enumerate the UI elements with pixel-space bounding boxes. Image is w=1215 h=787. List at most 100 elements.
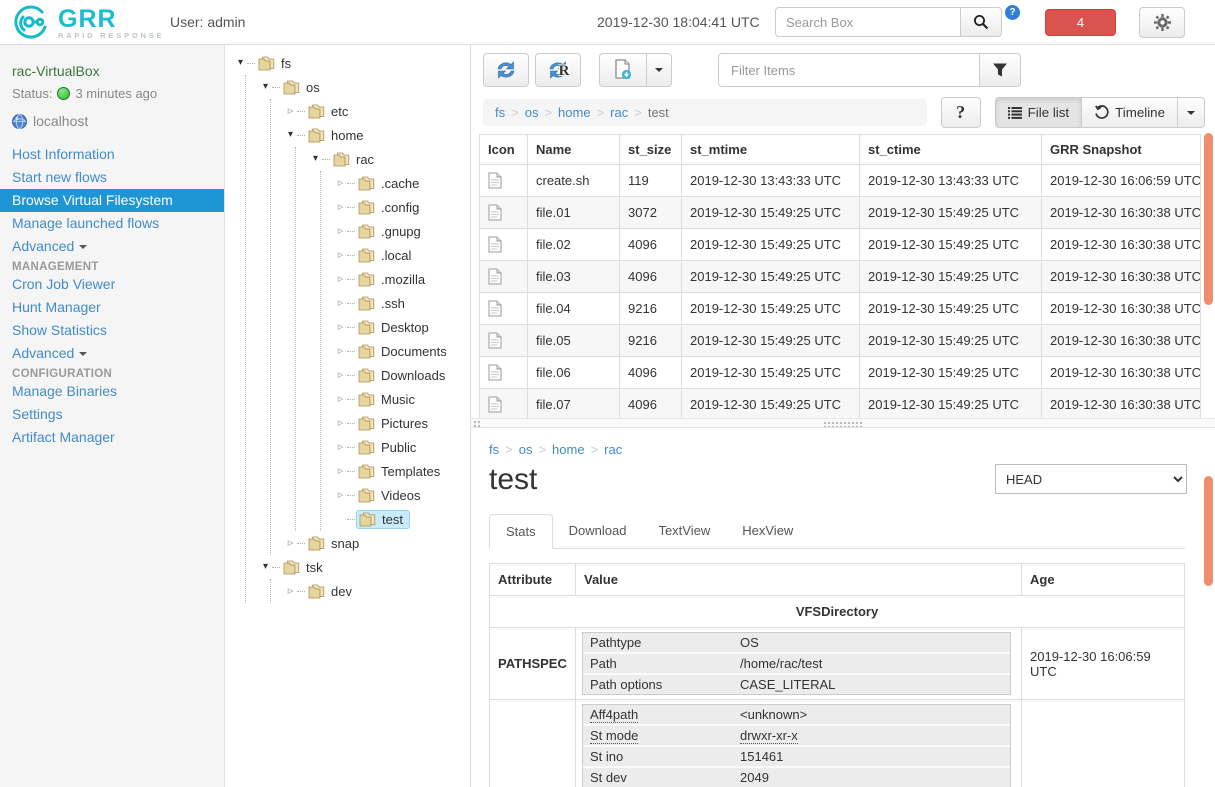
notifications-button[interactable]: 4: [1045, 9, 1116, 36]
download-directory-button[interactable]: [599, 53, 647, 87]
view-options-caret-button[interactable]: [1177, 97, 1205, 128]
panel-resize-handle[interactable]: [471, 418, 1215, 428]
tree-collapsed-icon[interactable]: ▹: [334, 298, 347, 308]
tree-collapsed-icon[interactable]: ▹: [284, 538, 297, 548]
grr-logo[interactable]: GRR RAPID RESPONSE: [12, 4, 164, 42]
download-options-caret-button[interactable]: [646, 53, 672, 87]
breadcrumb-link-fs[interactable]: fs: [495, 105, 505, 120]
detail-scrollbar[interactable]: [1204, 476, 1213, 586]
tree-node-Pictures[interactable]: ▹Pictures: [334, 411, 470, 435]
search-button[interactable]: [960, 7, 1002, 37]
file-row-file.05[interactable]: file.0592162019-12-30 15:49:25 UTC2019-1…: [480, 325, 1201, 357]
file-row-file.07[interactable]: file.0740962019-12-30 15:49:25 UTC2019-1…: [480, 389, 1201, 419]
tree-node-Documents[interactable]: ▹Documents: [334, 339, 470, 363]
tree-collapsed-icon[interactable]: ▹: [334, 274, 347, 284]
pathspec-row: PATHSPEC PathtypeOSPath/home/rac/testPat…: [490, 628, 1185, 700]
tree-collapsed-icon[interactable]: ▹: [334, 370, 347, 380]
file-list-view-button[interactable]: File list: [995, 97, 1082, 128]
tree-connector: [347, 519, 355, 520]
tree-node-etc[interactable]: ▹etc: [284, 99, 470, 123]
tab-stats[interactable]: Stats: [489, 514, 553, 549]
breadcrumb-link-os[interactable]: os: [525, 105, 539, 120]
tree-node-dot-local[interactable]: ▹.local: [334, 243, 470, 267]
tree-node-home[interactable]: ▾home: [284, 123, 470, 147]
tree-collapsed-icon[interactable]: ▹: [334, 418, 347, 428]
sidebar-item-browse-virtual-filesystem[interactable]: Browse Virtual Filesystem: [0, 189, 224, 212]
breadcrumb-link-home[interactable]: home: [558, 105, 591, 120]
file-row-file.06[interactable]: file.0640962019-12-30 15:49:25 UTC2019-1…: [480, 357, 1201, 389]
tree-node-Desktop[interactable]: ▹Desktop: [334, 315, 470, 339]
breadcrumb-link-os[interactable]: os: [519, 442, 533, 457]
sidebar-item-cron-job-viewer[interactable]: Cron Job Viewer: [0, 273, 224, 296]
tree-node-Music[interactable]: ▹Music: [334, 387, 470, 411]
file-row-file.02[interactable]: file.0240962019-12-30 15:49:25 UTC2019-1…: [480, 229, 1201, 261]
tree-collapsed-icon[interactable]: ▹: [334, 442, 347, 452]
tree-node-dot-cache[interactable]: ▹.cache: [334, 171, 470, 195]
tree-expanded-icon[interactable]: ▾: [234, 58, 247, 68]
sidebar-item-start-new-flows[interactable]: Start new flows: [0, 166, 224, 189]
tree-collapsed-icon[interactable]: ▹: [334, 394, 347, 404]
tree-node-Videos[interactable]: ▹Videos: [334, 483, 470, 507]
tree-collapsed-icon[interactable]: ▹: [334, 178, 347, 188]
tree-collapsed-icon[interactable]: ▹: [284, 106, 297, 116]
tree-node-Templates[interactable]: ▹Templates: [334, 459, 470, 483]
version-select[interactable]: HEAD: [995, 464, 1187, 494]
tree-expanded-icon[interactable]: ▾: [284, 130, 297, 140]
tree-node-rac[interactable]: ▾rac: [309, 147, 470, 171]
file-row-file.04[interactable]: file.0492162019-12-30 15:49:25 UTC2019-1…: [480, 293, 1201, 325]
filter-items-input[interactable]: [718, 53, 980, 87]
sidebar-item-artifact-manager[interactable]: Artifact Manager: [0, 426, 224, 449]
sidebar-item-settings[interactable]: Settings: [0, 403, 224, 426]
file-row-file.01[interactable]: file.0130722019-12-30 15:49:25 UTC2019-1…: [480, 197, 1201, 229]
tab-hexview[interactable]: HexView: [726, 514, 809, 549]
tree-node-dot-config[interactable]: ▹.config: [334, 195, 470, 219]
tree-collapsed-icon[interactable]: ▹: [334, 346, 347, 356]
tree-node-test[interactable]: test: [334, 507, 470, 531]
tree-node-dot-ssh[interactable]: ▹.ssh: [334, 291, 470, 315]
timeline-view-button[interactable]: Timeline: [1081, 97, 1178, 128]
breadcrumb-link-rac[interactable]: rac: [604, 442, 622, 457]
tree-expanded-icon[interactable]: ▾: [259, 562, 272, 572]
help-button[interactable]: ?: [941, 97, 981, 128]
tree-node-tsk[interactable]: ▾tsk: [259, 555, 470, 579]
tree-node-fs[interactable]: ▾fs: [234, 51, 470, 75]
file-row-create.sh[interactable]: create.sh1192019-12-30 13:43:33 UTC2019-…: [480, 165, 1201, 197]
sidebar-item-manage-binaries[interactable]: Manage Binaries: [0, 380, 224, 403]
folder-icon: [358, 440, 375, 455]
tree-node-dot-mozilla[interactable]: ▹.mozilla: [334, 267, 470, 291]
tree-node-Downloads[interactable]: ▹Downloads: [334, 363, 470, 387]
tree-node-dev[interactable]: ▹dev: [284, 579, 470, 603]
tree-collapsed-icon[interactable]: ▹: [334, 490, 347, 500]
tab-download[interactable]: Download: [553, 514, 643, 549]
filter-button[interactable]: [979, 53, 1021, 87]
tree-collapsed-icon[interactable]: ▹: [334, 226, 347, 236]
file-row-file.03[interactable]: file.0340962019-12-30 15:49:25 UTC2019-1…: [480, 261, 1201, 293]
tab-textview[interactable]: TextView: [642, 514, 726, 549]
sidebar-item-host-information[interactable]: Host Information: [0, 143, 224, 166]
tree-node-os[interactable]: ▾os: [259, 75, 470, 99]
search-input[interactable]: [775, 7, 961, 37]
sidebar-item-show-statistics[interactable]: Show Statistics: [0, 319, 224, 342]
tree-expanded-icon[interactable]: ▾: [309, 154, 322, 164]
sidebar-item-hunt-manager[interactable]: Hunt Manager: [0, 296, 224, 319]
refresh-button[interactable]: [483, 53, 529, 87]
tree-expanded-icon[interactable]: ▾: [259, 82, 272, 92]
settings-button[interactable]: [1139, 7, 1185, 38]
tree-collapsed-icon[interactable]: ▹: [334, 250, 347, 260]
tree-collapsed-icon[interactable]: ▹: [334, 322, 347, 332]
sidebar-item-manage-launched-flows[interactable]: Manage launched flows: [0, 212, 224, 235]
recursive-refresh-button[interactable]: R: [535, 53, 581, 87]
tree-node-snap[interactable]: ▹snap: [284, 531, 470, 555]
search-help-icon[interactable]: ?: [1005, 5, 1020, 20]
column-header-grr-snapshot: GRR Snapshot: [1042, 135, 1201, 165]
tree-collapsed-icon[interactable]: ▹: [284, 586, 297, 596]
breadcrumb-link-home[interactable]: home: [552, 442, 585, 457]
tree-node-dot-gnupg[interactable]: ▹.gnupg: [334, 219, 470, 243]
tree-collapsed-icon[interactable]: ▹: [334, 466, 347, 476]
tree-node-Public[interactable]: ▹Public: [334, 435, 470, 459]
tree-collapsed-icon[interactable]: ▹: [334, 202, 347, 212]
file-list-scrollbar[interactable]: [1204, 133, 1213, 305]
tree-node-selected[interactable]: test: [356, 510, 410, 529]
breadcrumb-link-rac[interactable]: rac: [610, 105, 628, 120]
breadcrumb-link-fs[interactable]: fs: [489, 442, 499, 457]
